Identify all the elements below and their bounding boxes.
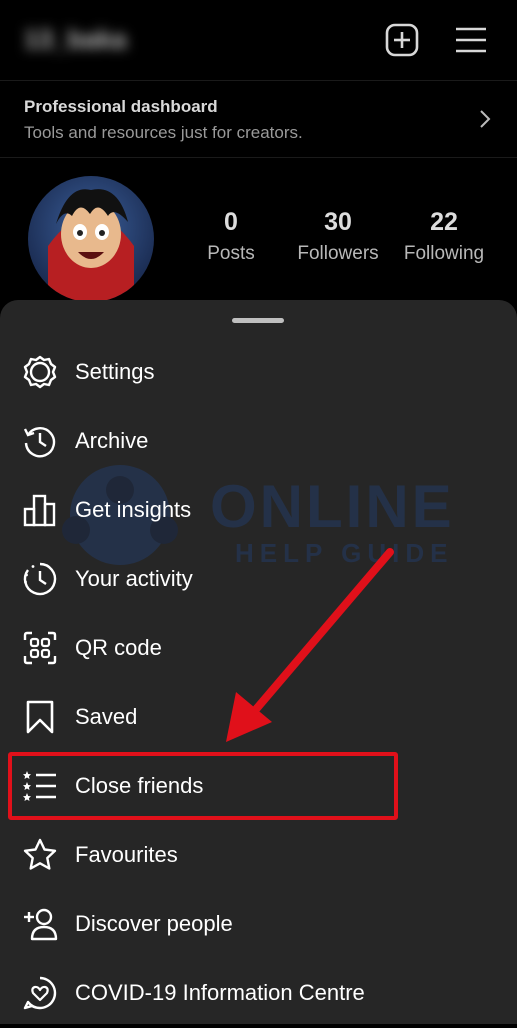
star-icon xyxy=(23,838,57,870)
username[interactable]: 13_baka xyxy=(24,24,127,55)
heart-chat-icon xyxy=(23,976,57,1010)
posts-stat[interactable]: 0 Posts xyxy=(200,208,262,265)
menu-item-favourites[interactable]: Favourites xyxy=(0,821,517,890)
chevron-right-icon xyxy=(480,110,491,128)
add-person-icon xyxy=(24,908,58,941)
following-stat[interactable]: 22 Following xyxy=(398,208,490,265)
gear-icon xyxy=(23,355,57,389)
menu-item-settings[interactable]: Settings xyxy=(0,338,517,407)
options-bottom-sheet: ONLINE HELP GUIDE Settings Archive Get i… xyxy=(0,300,517,1024)
menu-item-covid-info[interactable]: COVID-19 Information Centre xyxy=(0,959,517,1028)
drag-handle[interactable] xyxy=(232,318,284,323)
archive-icon xyxy=(23,427,56,458)
menu-item-archive[interactable]: Archive xyxy=(0,407,517,476)
menu-label-saved: Saved xyxy=(75,704,138,729)
followers-stat[interactable]: 30 Followers xyxy=(292,208,384,265)
close-friends-highlight-box xyxy=(8,752,398,820)
activity-icon xyxy=(23,562,57,596)
menu-item-insights[interactable]: Get insights xyxy=(0,476,517,545)
dashboard-subtitle: Tools and resources just for creators. xyxy=(24,123,303,142)
menu-label-discover-people: Discover people xyxy=(75,911,233,936)
followers-count: 30 xyxy=(324,208,352,236)
menu-label-archive: Archive xyxy=(75,428,149,453)
menu-item-activity[interactable]: Your activity xyxy=(0,545,517,614)
posts-label: Posts xyxy=(207,243,255,264)
menu-item-discover-people[interactable]: Discover people xyxy=(0,890,517,959)
menu-icon[interactable] xyxy=(453,22,489,58)
following-count: 22 xyxy=(430,208,458,236)
top-bar: 13_baka xyxy=(0,0,517,80)
create-post-icon[interactable] xyxy=(384,22,420,58)
posts-count: 0 xyxy=(224,208,238,236)
avatar[interactable] xyxy=(28,176,154,302)
qr-code-icon xyxy=(23,631,57,665)
insights-icon xyxy=(23,494,56,527)
avatar-illustration xyxy=(48,189,134,302)
menu-label-insights: Get insights xyxy=(75,497,192,522)
menu-item-qr-code[interactable]: QR code xyxy=(0,614,517,683)
dashboard-title: Professional dashboard xyxy=(24,97,218,116)
menu-item-saved[interactable]: Saved xyxy=(0,683,517,752)
bookmark-icon xyxy=(26,700,54,734)
menu-label-qr-code: QR code xyxy=(75,635,162,660)
followers-label: Followers xyxy=(297,243,379,264)
menu-label-covid-info: COVID-19 Information Centre xyxy=(75,980,365,1005)
following-label: Following xyxy=(403,243,485,264)
menu-label-activity: Your activity xyxy=(75,566,193,591)
menu-label-favourites: Favourites xyxy=(75,842,178,867)
menu-label-settings: Settings xyxy=(75,359,155,384)
professional-dashboard[interactable]: Professional dashboard Tools and resourc… xyxy=(0,80,517,158)
